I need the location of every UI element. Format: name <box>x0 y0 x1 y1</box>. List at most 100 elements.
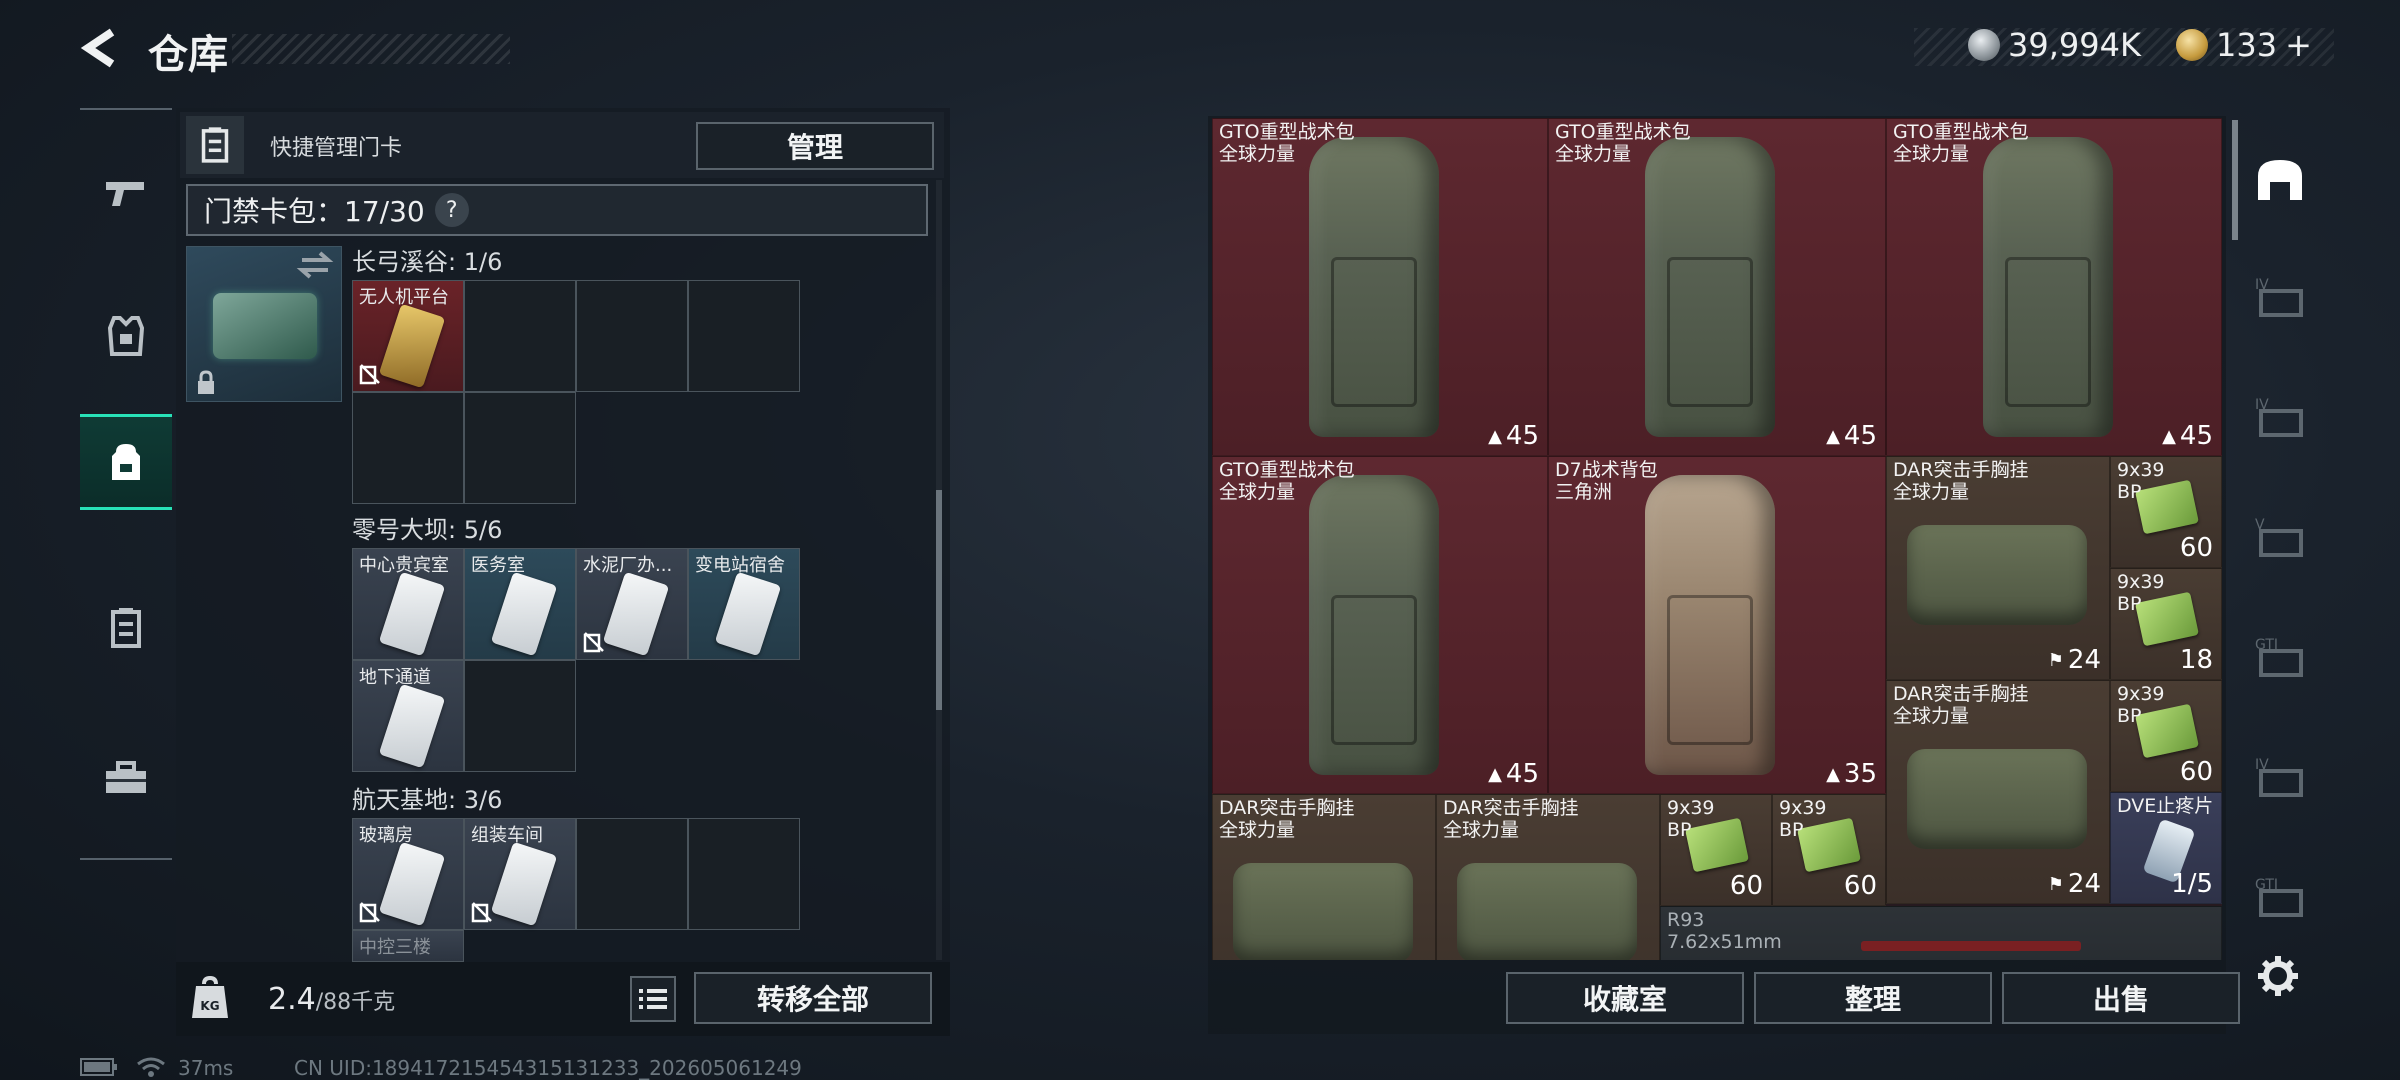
stash-item[interactable]: GTO重型战术包 全球力量 ▲ 45 <box>1886 118 2222 456</box>
keycard-slot[interactable]: 水泥厂办... <box>576 548 688 660</box>
gear-icon[interactable] <box>2256 954 2300 998</box>
rnav-container-4[interactable]: GTI <box>2240 618 2320 698</box>
list-icon <box>639 989 667 1009</box>
item-name: 9x39 BP <box>2117 571 2165 615</box>
keycard-image <box>378 303 446 389</box>
help-button[interactable]: ? <box>434 193 469 227</box>
chest-rig-image <box>1907 525 2087 625</box>
keycard-icon <box>201 127 229 163</box>
keycard-scrollbar[interactable] <box>936 490 942 710</box>
stash-item[interactable]: GTO重型战术包 全球力量 ▲ 45 <box>1212 118 1548 456</box>
stash-item[interactable]: GTO重型战术包 全球力量 ▲ 45 <box>1548 118 1886 456</box>
stash-item[interactable]: 9x39 BP 60 <box>1772 794 1886 906</box>
stash-item[interactable]: 9x39 BP 18 <box>2110 568 2222 680</box>
nav-backpack[interactable] <box>80 414 172 510</box>
nav-weapons[interactable] <box>80 146 172 242</box>
keycard-slot[interactable]: 变电站宿舍 <box>688 548 800 660</box>
backpack-image <box>1645 475 1775 775</box>
item-name: R93 7.62x51mm <box>1667 909 1782 953</box>
manage-button[interactable]: 管理 <box>696 122 934 170</box>
chest-rig-image <box>1233 863 1413 960</box>
back-arrow-icon[interactable] <box>78 26 122 70</box>
no-drop-icon <box>471 902 492 923</box>
no-drop-icon <box>359 902 380 923</box>
keycard-slot[interactable]: 无人机平台 <box>352 280 464 392</box>
item-name: 9x39 BP <box>1779 797 1827 841</box>
item-name: DAR突击手胸挂 全球力量 <box>1893 459 2029 503</box>
empty-slot <box>576 818 688 930</box>
currency-hafcoin: 39,994K <box>1968 24 2141 66</box>
stash-item[interactable]: DAR突击手胸挂 全球力量 ⚑ 24 <box>1886 456 2110 680</box>
empty-slot <box>464 280 576 392</box>
rnav-container-2[interactable]: IV <box>2240 378 2320 458</box>
durability-icon: ⚑ <box>2047 649 2064 671</box>
keycard-image <box>490 571 558 657</box>
rnav-container-6[interactable]: GTI <box>2240 858 2320 938</box>
keycard-slot[interactable]: 中心贵宾室 <box>352 548 464 660</box>
empty-slot <box>464 660 576 772</box>
keycard-image <box>602 571 670 657</box>
rnav-container-1[interactable]: IV <box>2240 258 2320 338</box>
nav-toolbox[interactable] <box>80 730 172 826</box>
item-count: ▲ 45 <box>1826 421 1877 451</box>
stash-item[interactable]: DAR突击手胸挂 全球力量 ⚑ 24 <box>1886 680 2110 904</box>
keycard-slot[interactable]: 组装车间 <box>464 818 576 930</box>
keycard-slot[interactable]: 中控三楼 <box>352 930 464 962</box>
stash-scrollbar[interactable] <box>2232 120 2238 240</box>
item-name: DAR突击手胸挂 全球力量 <box>1893 683 2029 727</box>
cardpack-label: 门禁卡包：17/30 <box>204 195 425 228</box>
transfer-all-button[interactable]: 转移全部 <box>694 972 932 1024</box>
keycard-label: 医务室 <box>471 555 525 576</box>
page-title: 仓库 <box>148 32 228 78</box>
stash-item[interactable]: R93 7.62x51mm <box>1660 906 2222 960</box>
item-count: 60 <box>2179 533 2213 563</box>
stash-item[interactable]: GTO重型战术包 全球力量 ▲ 45 <box>1212 456 1548 794</box>
keycard-image <box>714 571 782 657</box>
container-icon: IV <box>2255 277 2303 317</box>
sell-button[interactable]: 出售 <box>2002 972 2240 1024</box>
sort-button[interactable]: 整理 <box>1754 972 1992 1024</box>
stash-item[interactable]: DAR突击手胸挂 全球力量 <box>1212 794 1436 960</box>
pistol-icon <box>106 182 144 206</box>
keycard-image <box>378 571 446 657</box>
section-title-spacebase: 航天基地: 3/6 <box>352 786 503 814</box>
item-name: 9x39 BP <box>2117 683 2165 727</box>
keycard-image <box>378 841 446 927</box>
item-name: DAR突击手胸挂 全球力量 <box>1443 797 1579 841</box>
rifle-image <box>1861 941 2081 951</box>
container-icon: IV <box>2255 757 2303 797</box>
container-icon: V <box>2255 517 2303 557</box>
stash-item[interactable]: DVE止疼片 1/5 <box>2110 792 2222 904</box>
keycard-label: 水泥厂办... <box>583 555 673 576</box>
nav-armor[interactable] <box>80 288 172 384</box>
item-count: 60 <box>1729 871 1763 901</box>
stash-item[interactable]: 9x39 BP 60 <box>1660 794 1772 906</box>
stash-item[interactable]: 9x39 BP 60 <box>2110 680 2222 792</box>
weight-small-icon: ▲ <box>2162 425 2176 447</box>
backpack-image <box>1309 475 1439 775</box>
currency-premium[interactable]: 133 + <box>2176 24 2312 66</box>
keycard-slot[interactable]: 地下通道 <box>352 660 464 772</box>
uid-text: CN UID:189417215454315131233_20260506124… <box>294 1056 802 1080</box>
empty-slot <box>688 818 800 930</box>
rnav-container-5[interactable]: IV <box>2240 738 2320 818</box>
rnav-stash[interactable] <box>2240 140 2320 220</box>
item-count-value: 45 <box>1505 759 1539 789</box>
stash-item[interactable]: DAR突击手胸挂 全球力量 <box>1436 794 1660 960</box>
stash-item[interactable]: D7战术背包 三角洲 ▲ 35 <box>1548 456 1886 794</box>
rnav-container-3[interactable]: V <box>2240 498 2320 578</box>
nav-keycards[interactable] <box>80 580 172 676</box>
add-currency-button[interactable]: + <box>2285 26 2312 64</box>
item-count: 60 <box>1843 871 1877 901</box>
item-count: 60 <box>2179 757 2213 787</box>
keycard-slot[interactable]: 玻璃房 <box>352 818 464 930</box>
weight-small-icon: ▲ <box>1826 763 1840 785</box>
item-name: GTO重型战术包 全球力量 <box>1893 121 2029 165</box>
list-view-button[interactable] <box>630 976 676 1022</box>
stash-item[interactable]: 9x39 BP 60 <box>2110 456 2222 568</box>
swap-icon[interactable] <box>296 250 334 280</box>
collection-room-button[interactable]: 收藏室 <box>1506 972 1744 1024</box>
item-count: ⚑ 24 <box>2048 869 2101 899</box>
keycard-slot[interactable]: 医务室 <box>464 548 576 660</box>
container-icon: IV <box>2255 397 2303 437</box>
